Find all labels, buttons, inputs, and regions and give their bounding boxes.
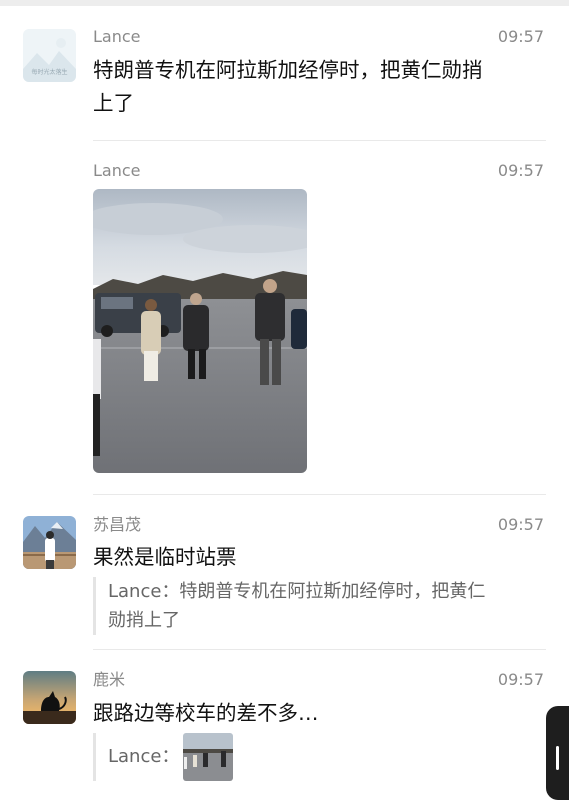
sender-name[interactable]: 鹿米 xyxy=(93,670,125,690)
quote-prefix: Lance： xyxy=(108,746,180,767)
quoted-image-thumbnail[interactable] xyxy=(183,733,234,781)
message-time: 09:57 xyxy=(497,27,544,46)
top-bar xyxy=(0,0,569,6)
message-time: 09:57 xyxy=(497,515,544,534)
message-text: 跟路边等校车的差不多… xyxy=(93,701,319,725)
quote-line: Lance：特朗普专机在阿拉斯加经停时，把黄仁 xyxy=(108,581,486,602)
divider xyxy=(93,494,546,495)
quoted-message[interactable]: Lance： xyxy=(93,733,558,781)
divider xyxy=(93,649,546,650)
avatar[interactable]: 每时光太落生 xyxy=(23,29,76,82)
scrollbar-handle[interactable] xyxy=(546,706,569,800)
avatar[interactable] xyxy=(23,671,76,724)
avatar-caption: 每时光太落生 xyxy=(31,68,67,76)
message-text: 特朗普专机在阿拉斯加经停时，把黄仁勋捎 上了 xyxy=(93,54,543,120)
message-text: 果然是临时站票 xyxy=(93,545,237,569)
avatar[interactable] xyxy=(23,516,76,569)
message-time: 09:57 xyxy=(497,161,544,180)
message-text-line: 上了 xyxy=(93,91,134,115)
sender-name[interactable]: Lance xyxy=(93,161,141,181)
sender-name[interactable]: Lance xyxy=(93,27,141,47)
photo-icon[interactable] xyxy=(93,189,307,473)
scrollbar-grip-icon xyxy=(556,746,559,770)
sender-name[interactable]: 苏昌茂 xyxy=(93,515,141,535)
divider xyxy=(93,140,546,141)
message-text-line: 特朗普专机在阿拉斯加经停时，把黄仁勋捎 xyxy=(93,58,483,82)
quoted-message[interactable]: Lance：特朗普专机在阿拉斯加经停时，把黄仁 勋捎上了 xyxy=(93,577,558,635)
quote-line: 勋捎上了 xyxy=(108,610,180,631)
message-time: 09:57 xyxy=(497,670,544,689)
